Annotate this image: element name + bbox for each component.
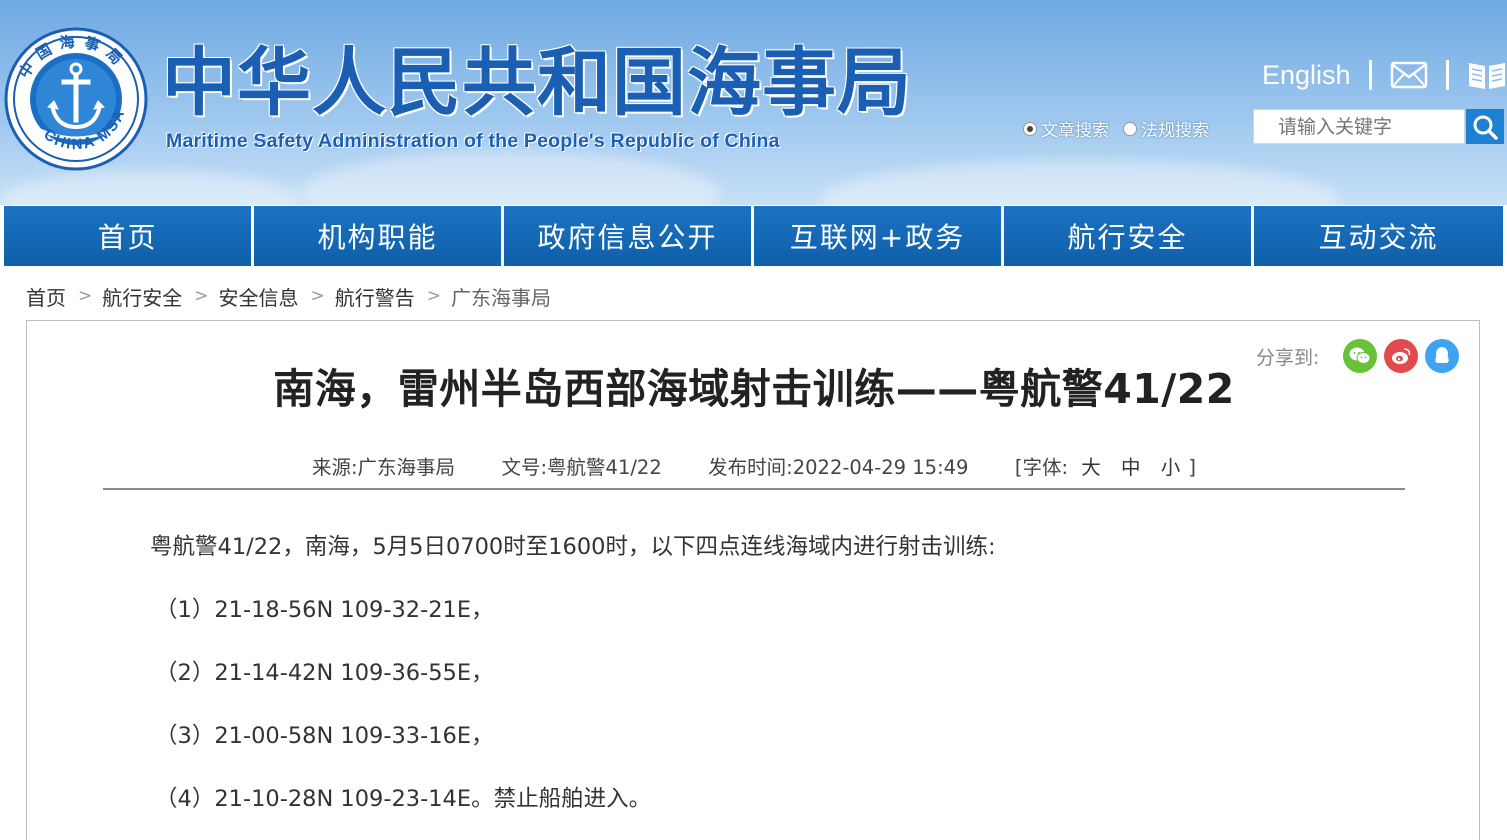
search-icon	[1473, 115, 1498, 140]
book-icon[interactable]	[1467, 59, 1507, 91]
breadcrumb-separator: >	[426, 286, 441, 306]
search-option-law[interactable]: 法规搜索	[1123, 116, 1209, 141]
site-title: 中华人民共和国海事局	[162, 40, 912, 126]
font-size-small-button[interactable]: 小	[1161, 456, 1181, 479]
header-cloud	[300, 150, 720, 205]
article-title: 南海，雷州半岛西部海域射击训练——粤航警41/22	[273, 365, 1235, 413]
breadcrumb-separator: >	[310, 286, 325, 306]
english-link[interactable]: English	[1262, 60, 1351, 91]
font-size-open: [字体:	[1014, 456, 1069, 479]
article-paragraph: （2）21-14-42N 109-36-55E，	[155, 660, 494, 686]
breadcrumb-item-home[interactable]: 首页	[26, 282, 66, 311]
header-cloud	[820, 160, 1340, 205]
main-nav: 首页 机构职能 政府信息公开 互联网+政务 航行安全 互动交流	[4, 206, 1503, 266]
nav-item-navigation-safety[interactable]: 航行安全	[1004, 206, 1251, 266]
article-paragraph: （1）21-18-56N 109-32-21E，	[155, 597, 494, 623]
breadcrumb: 首页 > 航行安全 > 安全信息 > 航行警告 > 广东海事局	[26, 282, 551, 311]
font-size-close: ]	[1188, 456, 1197, 479]
breadcrumb-separator: >	[194, 286, 209, 306]
nav-item-gov-info[interactable]: 政府信息公开	[504, 206, 751, 266]
font-size-medium-button[interactable]: 中	[1121, 456, 1141, 479]
site-header: 中国海事局 CHINA MSA 中华人民共和国海事局 Maritime Safe…	[0, 0, 1507, 205]
radio-checked[interactable]	[1023, 121, 1037, 136]
article-paragraph: 粤航警41/22，南海，5月5日0700时至1600时，以下四点连线海域内进行射…	[150, 534, 996, 560]
search-option-article[interactable]: 文章搜索	[1023, 116, 1109, 141]
title-divider	[103, 488, 1405, 490]
meta-doc-no: 粤航警41/22	[547, 456, 662, 479]
search-option-law-label: 法规搜索	[1141, 121, 1209, 141]
article-paragraph: （3）21-00-58N 109-33-16E，	[155, 723, 494, 749]
breadcrumb-item-guangdong-msa[interactable]: 广东海事局	[451, 282, 551, 311]
radio-unchecked[interactable]	[1123, 121, 1137, 136]
breadcrumb-item-safety-info[interactable]: 安全信息	[219, 282, 299, 311]
article-paragraph: （4）21-10-28N 109-23-14E。禁止船舶进入。	[155, 786, 652, 812]
search-input[interactable]	[1253, 109, 1465, 144]
nav-item-functions[interactable]: 机构职能	[254, 206, 501, 266]
font-size-large-button[interactable]: 大	[1081, 456, 1101, 479]
msa-logo[interactable]: 中国海事局 CHINA MSA	[4, 27, 148, 171]
search-button[interactable]	[1466, 109, 1504, 144]
meta-time: 2022-04-29 15:49	[792, 456, 969, 479]
divider	[1445, 60, 1449, 90]
search-option-article-label: 文章搜索	[1041, 121, 1109, 141]
nav-item-home[interactable]: 首页	[4, 206, 251, 266]
breadcrumb-separator: >	[78, 286, 93, 306]
top-links: English	[1262, 55, 1507, 95]
mail-icon[interactable]	[1390, 61, 1428, 89]
article-meta: 来源:广东海事局 文号:粤航警41/22 发布时间:2022-04-29 15:…	[27, 451, 1481, 480]
breadcrumb-item-navigation-safety[interactable]: 航行安全	[102, 282, 182, 311]
search-options: 文章搜索 法规搜索	[1023, 116, 1223, 141]
nav-item-interaction[interactable]: 互动交流	[1254, 206, 1503, 266]
meta-source: 广东海事局	[357, 456, 456, 479]
breadcrumb-item-nav-warnings[interactable]: 航行警告	[335, 282, 415, 311]
meta-time-label: 发布时间:	[708, 456, 793, 479]
meta-source-label: 来源:	[311, 456, 358, 479]
nav-item-internet-gov[interactable]: 互联网+政务	[754, 206, 1001, 266]
site-subtitle: Maritime Safety Administration of the Pe…	[166, 130, 780, 152]
header-cloud	[0, 170, 300, 205]
divider	[1368, 60, 1372, 90]
meta-doc-label: 文号:	[501, 456, 548, 479]
article-panel: 分享到: 南海，雷州半岛西部海域射击训练——粤航警41/22 来源:广东海事局 …	[26, 320, 1480, 840]
